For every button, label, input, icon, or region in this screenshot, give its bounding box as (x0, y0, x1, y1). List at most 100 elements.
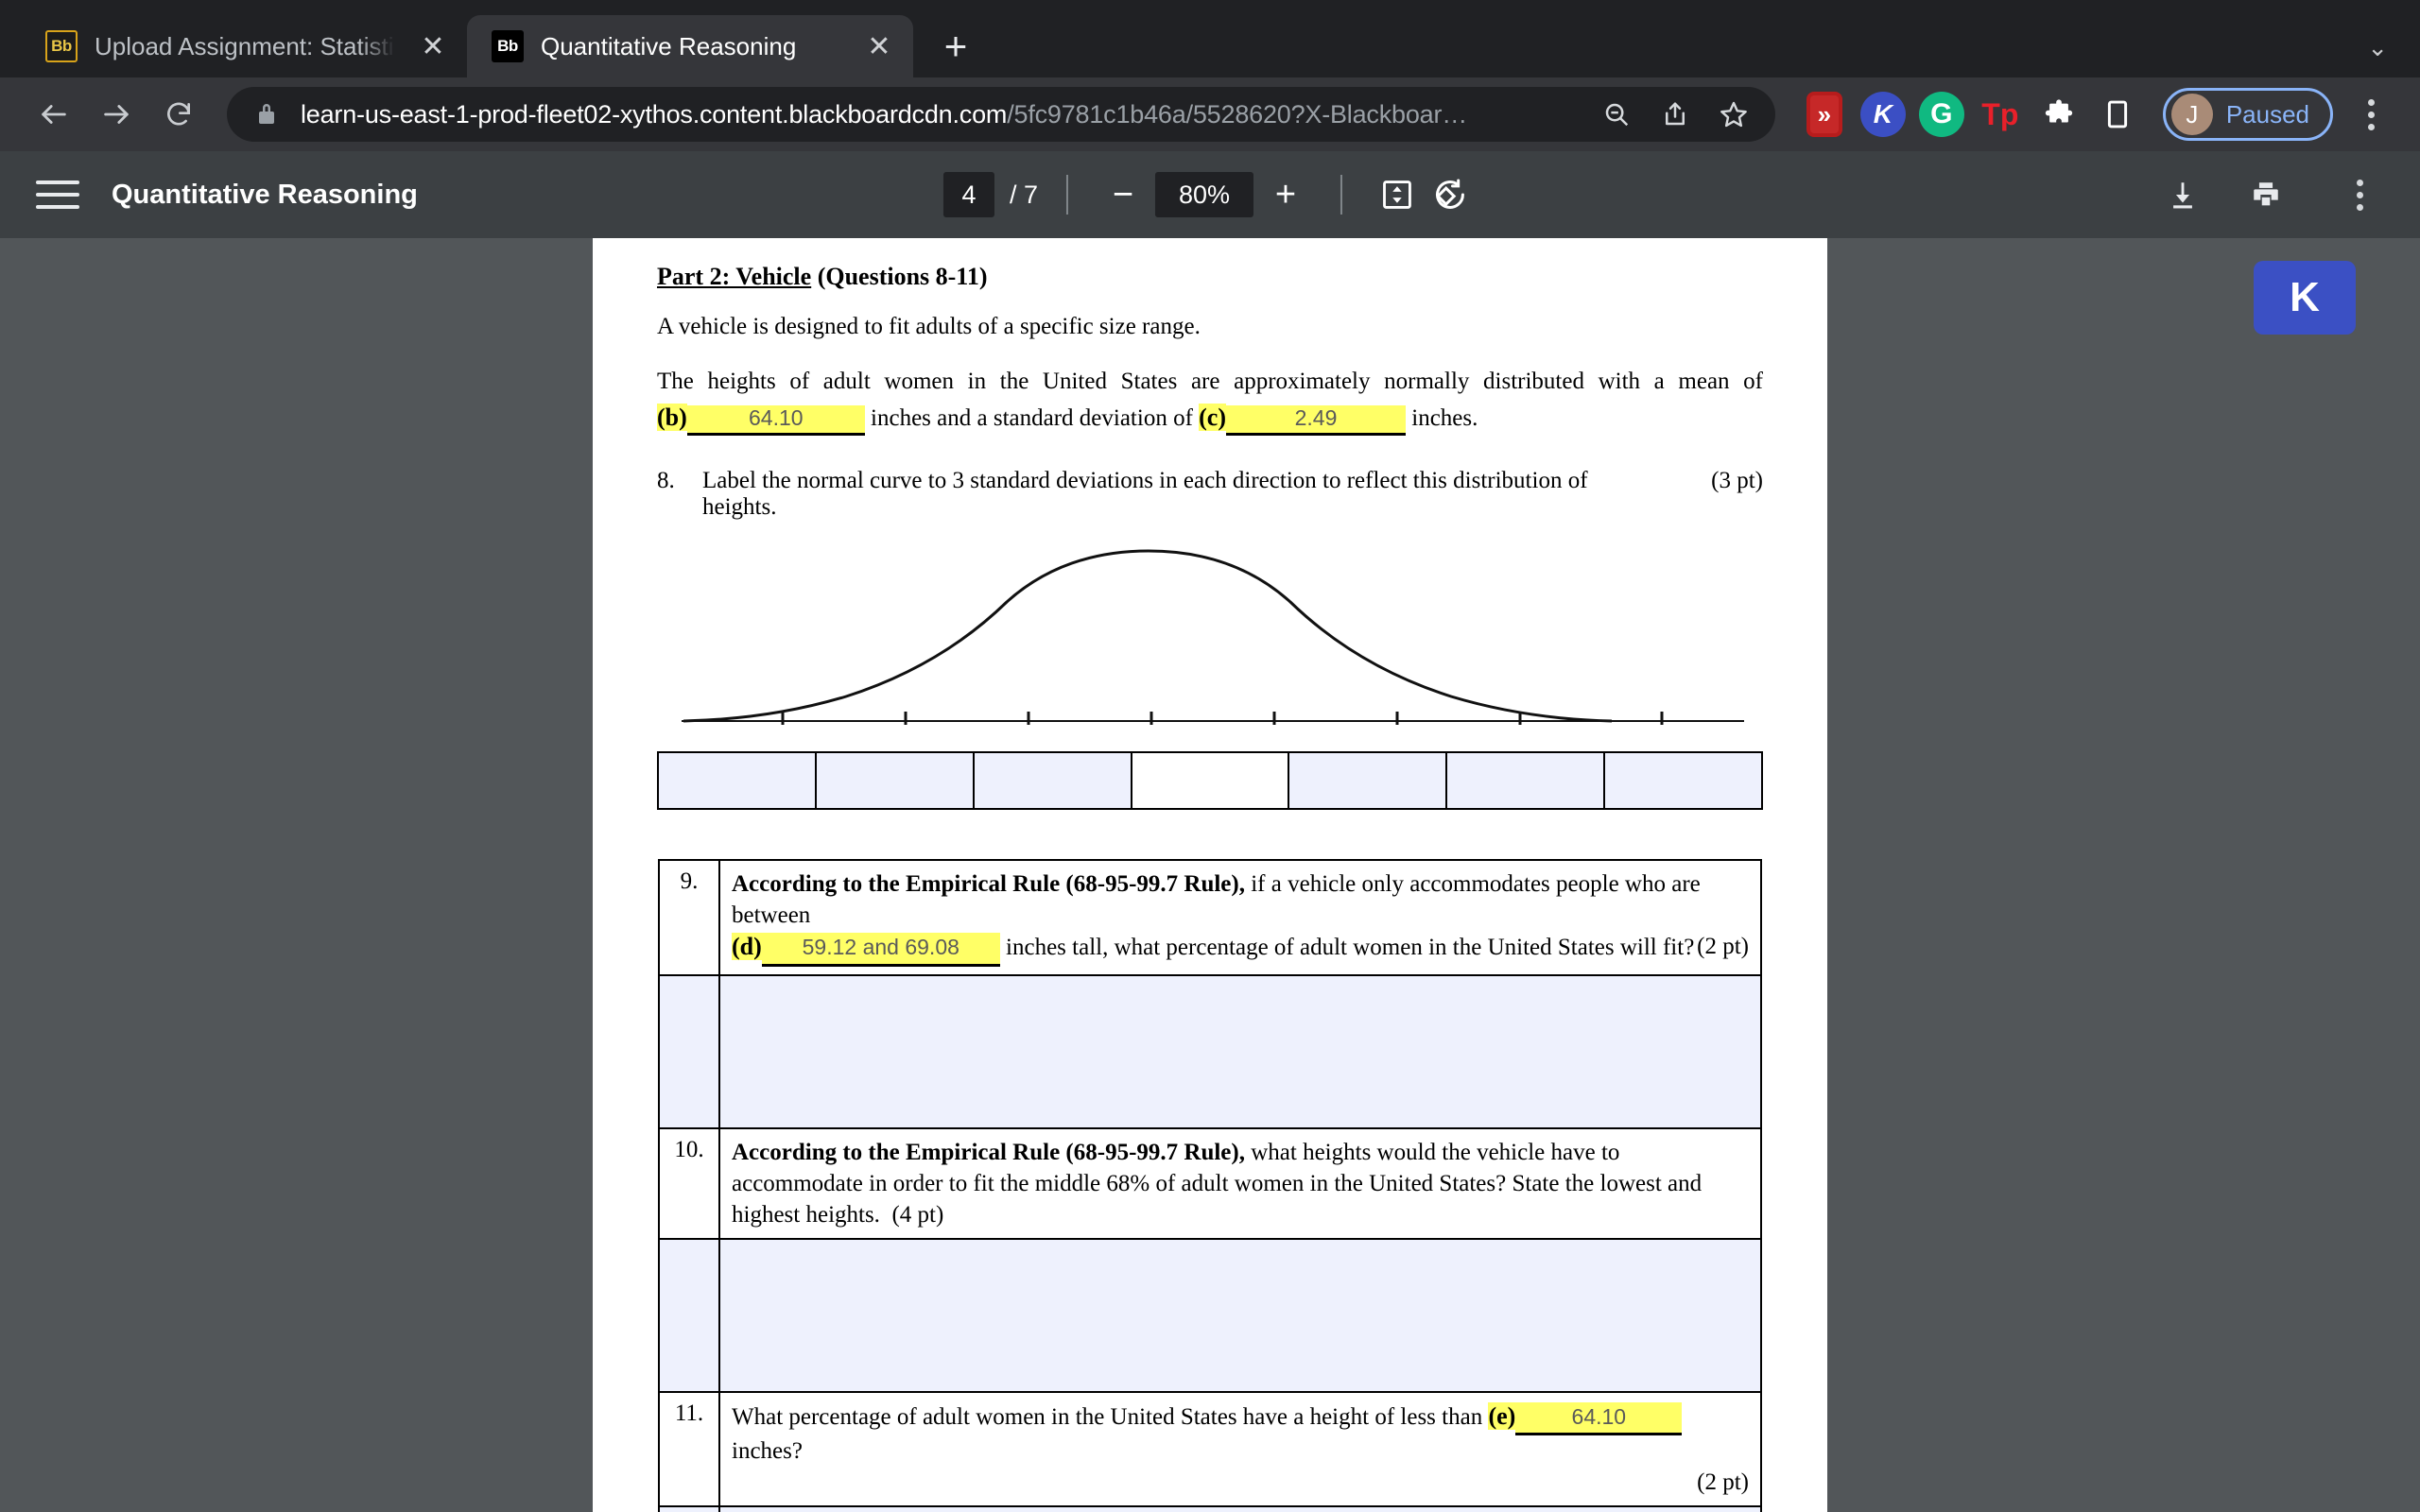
divider (1066, 175, 1069, 215)
blackboard-icon: Bb (45, 30, 78, 62)
pdf-toolbar: Quantitative Reasoning 4 / 7 − 80% + (0, 151, 2420, 238)
question-8-number: 8. (657, 468, 675, 494)
question-10-number: 10. (658, 1126, 720, 1240)
extensions-toolbar: » K G Tp (1800, 90, 2142, 139)
intro-paragraph: A vehicle is designed to fit adults of a… (657, 314, 1201, 339)
forward-button[interactable] (87, 85, 146, 144)
download-icon[interactable] (2159, 171, 2206, 218)
fill-e-input[interactable]: 64.10 (1515, 1401, 1683, 1435)
page-count-label: / 7 (1009, 180, 1039, 209)
table-row: 9. According to the Empirical Rule (68-9… (658, 859, 1762, 976)
three-dot-menu-icon[interactable] (2346, 88, 2395, 141)
curve-label-box[interactable] (816, 753, 975, 809)
browser-tab-2[interactable]: Bb Quantitative Reasoning ✕ (467, 15, 913, 77)
part-heading-rest: (Questions 8-11) (811, 263, 988, 290)
reload-button[interactable] (149, 85, 208, 144)
url-input[interactable]: learn-us-east-1-prod-fleet02-xythos.cont… (227, 87, 1775, 142)
rotate-counterclockwise-icon[interactable] (1424, 168, 1477, 221)
part-heading: Part 2: Vehicle (Questions 8-11) (657, 263, 1763, 291)
stem-paragraph-line2: (b) 64.10 inches and a standard deviation… (657, 404, 1763, 437)
three-dot-menu-icon[interactable] (2335, 168, 2384, 221)
avatar: J (2170, 94, 2213, 135)
pdf-viewer: Quantitative Reasoning 4 / 7 − 80% + K P… (0, 151, 2420, 1512)
answer-spacer (658, 1237, 719, 1393)
close-icon[interactable]: ✕ (858, 26, 900, 67)
question-10-text: According to the Empirical Rule (68-95-9… (718, 1126, 1762, 1240)
pdf-document-title: Quantitative Reasoning (112, 179, 418, 210)
question-9-number: 9. (658, 859, 720, 976)
zoom-level-input[interactable]: 80% (1155, 172, 1254, 217)
pdf-toolbar-right (2159, 168, 2384, 221)
question-11-answer-area[interactable] (718, 1504, 1762, 1512)
answer-spacer (658, 1504, 719, 1512)
table-row: 10. According to the Empirical Rule (68-… (658, 1126, 1762, 1240)
question-10-bold-lead: According to the Empirical Rule (68-95-9… (732, 1139, 1245, 1165)
lock-icon (255, 100, 280, 129)
print-icon[interactable] (2242, 171, 2290, 218)
table-row (658, 1504, 1762, 1512)
forward-forward-extension-icon[interactable]: » (1800, 90, 1849, 139)
fill-c-label: (c) (1199, 404, 1226, 432)
curve-label-box-active[interactable] (1132, 753, 1290, 809)
normal-curve-figure (657, 545, 1763, 730)
question-8: 8. Label the normal curve to 3 standard … (657, 468, 1763, 521)
question-10-answer-area[interactable] (718, 1237, 1762, 1393)
question-9-answer-area[interactable] (718, 973, 1762, 1129)
url-action-group (1590, 88, 1760, 141)
fill-b-label: (b) (657, 404, 687, 432)
question-9-text: According to the Empirical Rule (68-95-9… (718, 859, 1762, 976)
chevron-down-icon[interactable]: ⌄ (2367, 33, 2388, 62)
back-button[interactable] (25, 85, 83, 144)
curve-label-box[interactable] (1605, 753, 1762, 809)
grammarly-extension-icon[interactable]: G (1917, 90, 1966, 139)
browser-tab-1[interactable]: Bb Upload Assignment: Statistics ✕ (21, 15, 467, 77)
zoom-in-button[interactable]: + (1259, 168, 1312, 221)
kami-floating-badge[interactable]: K (2254, 261, 2356, 335)
curve-label-box[interactable] (974, 753, 1132, 809)
curve-label-box[interactable] (1289, 753, 1448, 809)
question-8-text: Label the normal curve to 3 standard dev… (702, 468, 1588, 521)
fill-d-input[interactable]: 59.12 and 69.08 (761, 933, 1000, 967)
new-tab-button[interactable]: + (928, 19, 983, 74)
profile-button[interactable]: J Paused (2162, 88, 2333, 141)
side-panel-icon[interactable] (2093, 90, 2142, 139)
extensions-puzzle-icon[interactable] (2034, 90, 2083, 139)
url-path: /5fc9781c1b46a/5528620?X-Blackboar… (1007, 99, 1468, 129)
fill-e-label: (e) (1488, 1401, 1516, 1430)
share-icon[interactable] (1649, 88, 1702, 141)
question-11-points: (2 pt) (1697, 1469, 1749, 1495)
url-text: learn-us-east-1-prod-fleet02-xythos.cont… (301, 100, 1590, 129)
bookmark-star-icon[interactable] (1707, 88, 1760, 141)
zoom-out-indicator-icon[interactable] (1590, 88, 1643, 141)
fill-c-input[interactable]: 2.49 (1226, 405, 1406, 437)
fit-to-page-icon[interactable] (1371, 168, 1424, 221)
url-host: learn-us-east-1-prod-fleet02-xythos.cont… (301, 99, 1008, 129)
table-row (658, 973, 1762, 1129)
address-bar: learn-us-east-1-prod-fleet02-xythos.cont… (0, 77, 2420, 151)
kami-extension-icon[interactable]: K (1858, 90, 1908, 139)
question-8-points: (3 pt) (1711, 468, 1763, 494)
questions-table: 9. According to the Empirical Rule (68-9… (658, 859, 1762, 1512)
divider (1340, 175, 1343, 215)
question-9-bold-lead: According to the Empirical Rule (68-95-9… (732, 871, 1245, 898)
tab-title: Quantitative Reasoning (541, 31, 797, 60)
page-number-input[interactable]: 4 (942, 172, 994, 217)
zoom-out-button[interactable]: − (1097, 168, 1150, 221)
curve-label-boxes (657, 751, 1763, 811)
table-row: 11. What percentage of adult women in th… (658, 1390, 1762, 1507)
curve-label-box[interactable] (1447, 753, 1606, 809)
question-10-points: (4 pt) (891, 1201, 944, 1228)
hamburger-menu-icon[interactable] (36, 180, 79, 209)
blackboard-icon: Bb (492, 30, 524, 62)
fill-b-input[interactable]: 64.10 (686, 405, 865, 437)
teacherspayteachers-extension-icon[interactable]: Tp (1976, 90, 2025, 139)
profile-status-label: Paused (2225, 99, 2309, 129)
pdf-scroll-area[interactable]: K Part 2: Vehicle (Questions 8-11) A veh… (0, 238, 2420, 1512)
close-icon[interactable]: ✕ (412, 26, 454, 67)
answer-spacer (658, 973, 719, 1129)
pdf-page: Part 2: Vehicle (Questions 8-11) A vehic… (593, 238, 1827, 1512)
question-9-points: (2 pt) (1697, 934, 1749, 960)
curve-label-box[interactable] (659, 753, 817, 809)
pdf-toolbar-center: 4 / 7 − 80% + (942, 168, 1477, 221)
part-heading-underlined: Part 2: Vehicle (657, 263, 812, 290)
